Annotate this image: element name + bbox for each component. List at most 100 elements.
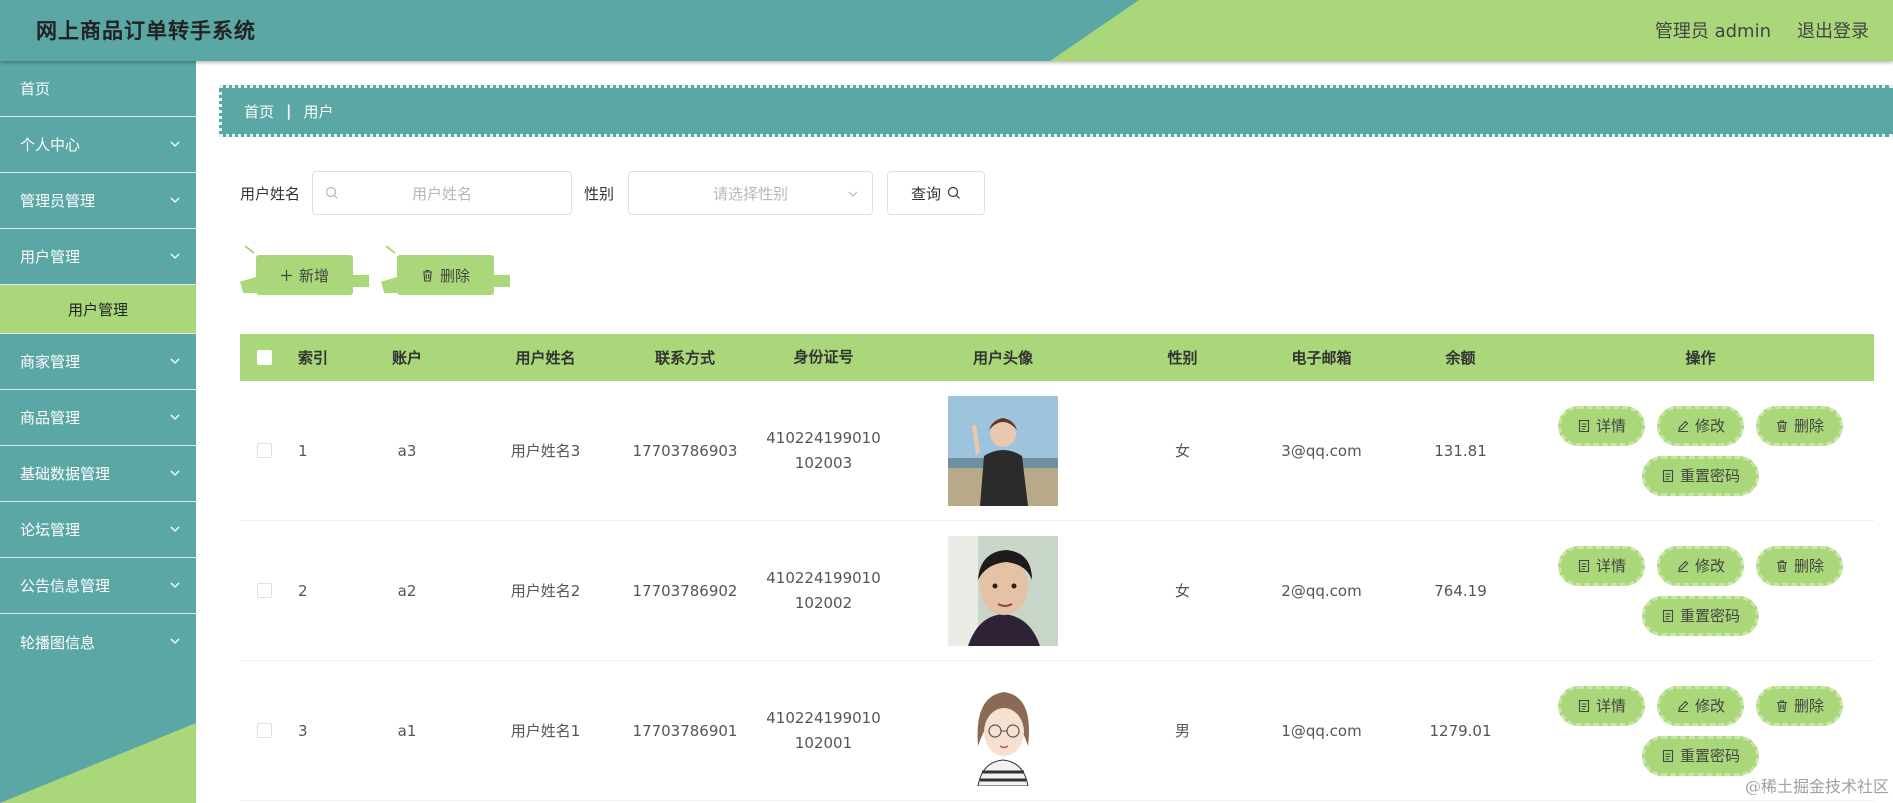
detail-button-label: 详情 <box>1595 557 1626 575</box>
logout-link[interactable]: 退出登录 <box>1797 17 1869 43</box>
reset-password-button[interactable]: 重置密码 <box>1641 455 1759 496</box>
id-number-part1: 410224199010 <box>766 568 881 587</box>
user-table: 索引 账户 用户姓名 联系方式 身份证号 用户头像 性别 电子邮箱 余额 操作 … <box>240 334 1874 801</box>
breadcrumb-separator: | <box>286 102 292 120</box>
document-icon <box>1662 749 1674 762</box>
edit-button[interactable]: 修改 <box>1656 685 1744 726</box>
cell-avatar <box>890 675 1116 786</box>
name-label: 用户姓名 <box>240 184 301 203</box>
detail-button[interactable]: 详情 <box>1557 685 1645 726</box>
name-input-placeholder: 用户姓名 <box>412 184 473 203</box>
row-select-cell <box>240 723 288 738</box>
cell-index: 1 <box>298 441 308 460</box>
cell-index: 3 <box>298 721 308 740</box>
reset-password-label: 重置密码 <box>1679 747 1740 765</box>
header-sex: 性别 <box>1167 349 1198 367</box>
cell-email: 1@qq.com <box>1281 721 1362 740</box>
sidebar-item-base-data[interactable]: 基础数据管理 <box>0 446 196 502</box>
cell-sex: 女 <box>1174 582 1190 600</box>
id-number-part2: 102001 <box>794 733 853 752</box>
row-select-cell <box>240 583 288 598</box>
batch-delete-button[interactable]: 删除 <box>385 245 510 295</box>
sidebar-item-label: 商品管理 <box>20 409 81 427</box>
document-icon <box>1578 699 1590 712</box>
detail-button[interactable]: 详情 <box>1557 405 1645 446</box>
delete-button[interactable]: 删除 <box>1756 685 1844 726</box>
reset-password-label: 重置密码 <box>1679 467 1740 485</box>
table-row: 1 a3 用户姓名3 17703786903 410224199010 1020… <box>240 381 1874 521</box>
decoration-tick-icon <box>244 245 255 254</box>
sidebar-decoration <box>0 723 196 803</box>
select-all-checkbox[interactable] <box>256 350 272 365</box>
chevron-down-icon <box>170 253 180 259</box>
cell-avatar <box>890 535 1116 646</box>
delete-button[interactable]: 删除 <box>1756 545 1844 586</box>
sidebar-item-label: 管理员管理 <box>20 192 96 210</box>
id-number-part1: 410224199010 <box>766 428 881 447</box>
reset-password-button[interactable]: 重置密码 <box>1641 595 1759 636</box>
row-checkbox[interactable] <box>256 583 272 598</box>
search-icon <box>947 186 960 199</box>
cell-actions: 详情 修改 删除 重置密码 <box>1527 685 1874 776</box>
document-icon <box>1578 419 1590 432</box>
header-user-area: 管理员 admin 退出登录 <box>1655 17 1869 43</box>
header-account: 账户 <box>391 349 422 367</box>
sidebar-item-profile[interactable]: 个人中心 <box>0 117 196 173</box>
breadcrumb-current: 用户 <box>303 102 334 121</box>
avatar <box>948 535 1058 646</box>
chevron-down-icon <box>170 526 180 532</box>
sidebar-item-goods[interactable]: 商品管理 <box>0 390 196 446</box>
cell-phone: 17703786903 <box>632 441 738 460</box>
watermark: @稀土掘金技术社区 <box>1744 777 1889 796</box>
trash-icon <box>422 269 432 282</box>
chevron-down-icon <box>170 582 180 588</box>
cell-actions: 详情 修改 删除 重置密码 <box>1527 545 1874 636</box>
sidebar-item-home[interactable]: 首页 <box>0 61 196 117</box>
header-email: 电子邮箱 <box>1291 349 1352 367</box>
sidebar-item-label: 基础数据管理 <box>20 465 111 483</box>
sidebar-item-label: 轮播图信息 <box>20 633 96 652</box>
cell-name: 用户姓名1 <box>510 722 581 740</box>
add-button[interactable]: 新增 <box>244 245 369 295</box>
cell-actions: 详情 修改 删除 重置密码 <box>1527 405 1874 496</box>
cell-email: 2@qq.com <box>1281 581 1362 600</box>
header-phone: 联系方式 <box>654 349 715 367</box>
edit-icon <box>1677 420 1689 432</box>
cell-account: a3 <box>397 441 417 460</box>
edit-button-label: 修改 <box>1694 417 1725 435</box>
select-all-cell <box>240 350 288 365</box>
edit-button[interactable]: 修改 <box>1656 545 1744 586</box>
sidebar-item-notices[interactable]: 公告信息管理 <box>0 558 196 614</box>
sidebar-item-admin[interactable]: 管理员管理 <box>0 173 196 229</box>
chevron-down-icon <box>170 197 180 203</box>
sex-select[interactable]: 请选择性别 <box>628 171 874 215</box>
sidebar-subitem-user-management[interactable]: 用户管理 <box>0 285 196 334</box>
header-name: 用户姓名 <box>515 349 576 367</box>
cell-avatar <box>890 395 1116 506</box>
row-checkbox[interactable] <box>256 723 272 738</box>
sidebar-item-forum[interactable]: 论坛管理 <box>0 502 196 558</box>
sidebar-item-carousel[interactable]: 轮播图信息 <box>0 614 196 670</box>
delete-button[interactable]: 删除 <box>1756 405 1844 446</box>
query-button[interactable]: 查询 <box>887 171 986 215</box>
detail-button[interactable]: 详情 <box>1557 545 1645 586</box>
trash-icon <box>1777 559 1787 572</box>
sidebar-item-merchants[interactable]: 商家管理 <box>0 334 196 390</box>
breadcrumb: 首页 | 用户 <box>219 85 1893 137</box>
row-checkbox[interactable] <box>256 443 272 458</box>
table-row: 3 a1 用户姓名1 17703786901 410224199010 1020… <box>240 661 1874 801</box>
edit-button[interactable]: 修改 <box>1656 405 1744 446</box>
app-title: 网上商品订单转手系统 <box>36 19 256 43</box>
sidebar-item-users[interactable]: 用户管理 <box>0 229 196 285</box>
avatar <box>948 675 1058 786</box>
name-search-input[interactable]: 用户姓名 <box>312 171 573 215</box>
cell-phone: 17703786902 <box>632 581 738 600</box>
avatar <box>948 395 1058 506</box>
sidebar: 首页 个人中心 管理员管理 用户管理 用户管理 商家管理 商品管理 基础数据管理… <box>0 61 196 803</box>
header-index: 索引 <box>298 349 329 367</box>
chevron-down-icon <box>170 414 180 420</box>
delete-button-label: 删除 <box>1794 697 1825 715</box>
reset-password-button[interactable]: 重置密码 <box>1641 735 1759 776</box>
breadcrumb-home[interactable]: 首页 <box>244 101 274 122</box>
cell-balance: 1279.01 <box>1429 721 1492 740</box>
